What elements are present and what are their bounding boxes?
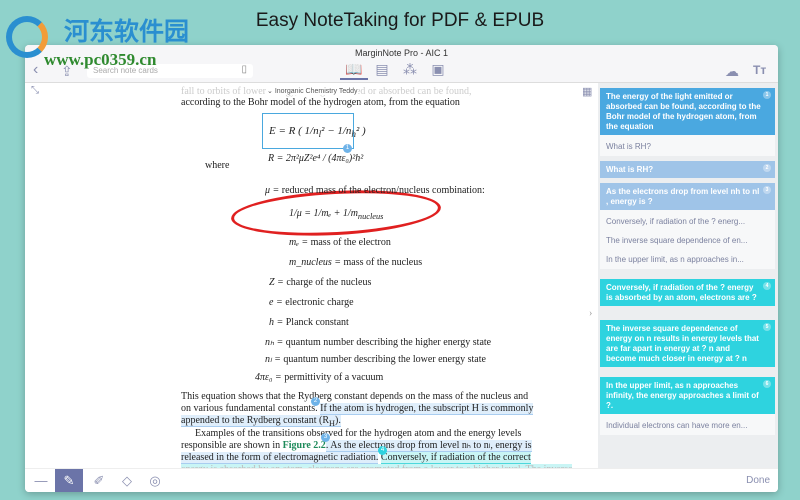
text-line: on various fundamental constants. If the… bbox=[181, 403, 534, 415]
card-badge[interactable]: 2 bbox=[311, 397, 320, 406]
highlight[interactable]: released in the form of electromagnetic … bbox=[181, 452, 379, 464]
definition: e = electronic charge bbox=[269, 297, 354, 308]
note-cards-panel[interactable]: The energy of the light emitted or absor… bbox=[598, 83, 778, 468]
outline-icon[interactable]: ▤ bbox=[368, 61, 396, 78]
card-text: The energy of the light emitted or absor… bbox=[606, 92, 761, 131]
highlight[interactable]: appended to the Rydberg constant (RH). bbox=[181, 415, 341, 428]
highlight[interactable]: . As the electrons drop from level nₕ to… bbox=[325, 440, 532, 452]
definition: nₗ = quantum number describing the lower… bbox=[265, 354, 486, 365]
definition: μ = reduced mass of the electron/nucleus… bbox=[265, 185, 485, 196]
definition: mₑ = mass of the electron bbox=[289, 237, 391, 248]
where-label: where bbox=[205, 160, 230, 171]
note-card[interactable]: The energy of the light emitted or absor… bbox=[600, 88, 775, 135]
note-card[interactable]: What is RH? 2 bbox=[600, 161, 775, 178]
highlighter-icon[interactable]: ✐ bbox=[85, 469, 113, 492]
watermark-cn: 河东软件园 bbox=[64, 17, 190, 46]
breadcrumb-label: Inorganic Chemistry Teddy bbox=[274, 88, 358, 95]
cards-icon[interactable]: ▣ bbox=[424, 61, 452, 78]
minimize-icon[interactable]: — bbox=[27, 469, 55, 492]
mindmap-icon[interactable]: ⁂ bbox=[396, 61, 424, 78]
card-text: What is RH? bbox=[606, 165, 654, 174]
equation-E: E = R ( 1/nl² − 1/nh² ) bbox=[269, 125, 366, 140]
pen-icon[interactable]: ✎ bbox=[55, 469, 83, 492]
text-size-icon[interactable]: Tт bbox=[753, 63, 766, 77]
card-number: 2 bbox=[763, 164, 771, 172]
breadcrumb[interactable]: ⌄ Inorganic Chemistry Teddy bbox=[267, 87, 358, 95]
note-card[interactable]: In the upper limit, as n approaches infi… bbox=[600, 377, 775, 414]
equation-mu: 1/μ = 1/mₑ + 1/mnucleus bbox=[289, 208, 384, 221]
cloud-sync-icon[interactable]: ☁ bbox=[725, 63, 739, 80]
child-card[interactable]: In the upper limit, as n approaches in..… bbox=[600, 250, 775, 269]
card-badge[interactable]: 3 bbox=[321, 433, 330, 442]
card-number: 5 bbox=[763, 323, 771, 331]
card-number: 1 bbox=[763, 91, 771, 99]
definition: nₕ = quantum number describing the highe… bbox=[265, 337, 492, 348]
card-badge[interactable]: 1 bbox=[343, 144, 352, 153]
expand-panel-icon[interactable]: › bbox=[589, 308, 592, 319]
drawing-toolbar: — ✎ ✐ ◇ ◎ Done bbox=[25, 468, 778, 492]
note-card[interactable]: As the electrons drop from level nh to n… bbox=[600, 183, 775, 210]
text-line: appended to the Rydberg constant (RH). bbox=[181, 415, 341, 428]
card-number: 3 bbox=[763, 186, 771, 194]
highlight[interactable]: Conversely, if radiation of the correct bbox=[380, 452, 531, 464]
text-line: Examples of the transitions observed for… bbox=[195, 428, 522, 439]
child-card[interactable]: Individual electrons can have more en... bbox=[600, 414, 775, 435]
child-card[interactable]: The inverse square dependence of en... bbox=[600, 231, 775, 250]
card-text: In the upper limit, as n approaches infi… bbox=[606, 381, 759, 410]
definition: Z = charge of the nucleus bbox=[269, 277, 372, 288]
definition: h = Planck constant bbox=[269, 317, 349, 328]
child-card[interactable]: What is RH? bbox=[600, 135, 775, 156]
note-card[interactable]: The inverse square dependence of energy … bbox=[600, 320, 775, 367]
text-line: This equation shows that the Rydberg con… bbox=[181, 391, 529, 402]
card-text: As the electrons drop from level nh to n… bbox=[606, 187, 760, 206]
collapse-icon[interactable]: ⤡ bbox=[31, 85, 39, 96]
card-text: Conversely, if radiation of the ? energy… bbox=[606, 283, 757, 302]
equation-R: R = 2π²μZ²e⁴ / (4πε₀)²h² bbox=[268, 153, 364, 164]
watermark-url: www.pc0359.cn bbox=[44, 50, 157, 69]
logo-mark bbox=[6, 16, 48, 58]
card-number: 4 bbox=[763, 282, 771, 290]
text-line: according to the Bohr model of the hydro… bbox=[181, 97, 460, 108]
text-line: released in the form of electromagnetic … bbox=[181, 452, 531, 464]
definition: 4πε₀ = permittivity of a vacuum bbox=[255, 372, 384, 383]
watermark-logo: 河东软件园 www.pc0359.cn bbox=[4, 4, 234, 74]
book-view-icon[interactable]: 📖 bbox=[340, 61, 368, 80]
eraser-icon[interactable]: ◇ bbox=[113, 469, 141, 492]
card-number: 6 bbox=[763, 380, 771, 388]
text-line: responsible are shown in Figure 2.2. As … bbox=[181, 440, 532, 452]
figure-link[interactable]: Figure 2.2 bbox=[283, 440, 326, 451]
card-text: The inverse square dependence of energy … bbox=[606, 324, 759, 363]
book-icon[interactable]: ▯ bbox=[241, 64, 247, 75]
lasso-icon[interactable]: ◎ bbox=[141, 469, 169, 492]
view-modes: 📖 ▤ ⁂ ▣ bbox=[340, 61, 452, 80]
note-list-icon[interactable]: ▦ bbox=[582, 85, 592, 98]
document-view[interactable]: ⤡ ▦ fall to orbits of lower energy, the … bbox=[25, 83, 598, 476]
definition: m_nucleus = mass of the nucleus bbox=[289, 257, 423, 268]
app-window: MarginNote Pro - AIC 1 ‹ ⇪ Search note c… bbox=[25, 45, 778, 492]
done-button[interactable]: Done bbox=[746, 475, 770, 486]
note-card[interactable]: Conversely, if radiation of the ? energy… bbox=[600, 279, 775, 306]
highlight[interactable]: If the atom is hydrogen, the subscript H… bbox=[320, 403, 534, 415]
child-card[interactable]: Conversely, if radiation of the ? energ.… bbox=[600, 210, 775, 231]
card-badge[interactable]: 4 bbox=[378, 446, 387, 455]
